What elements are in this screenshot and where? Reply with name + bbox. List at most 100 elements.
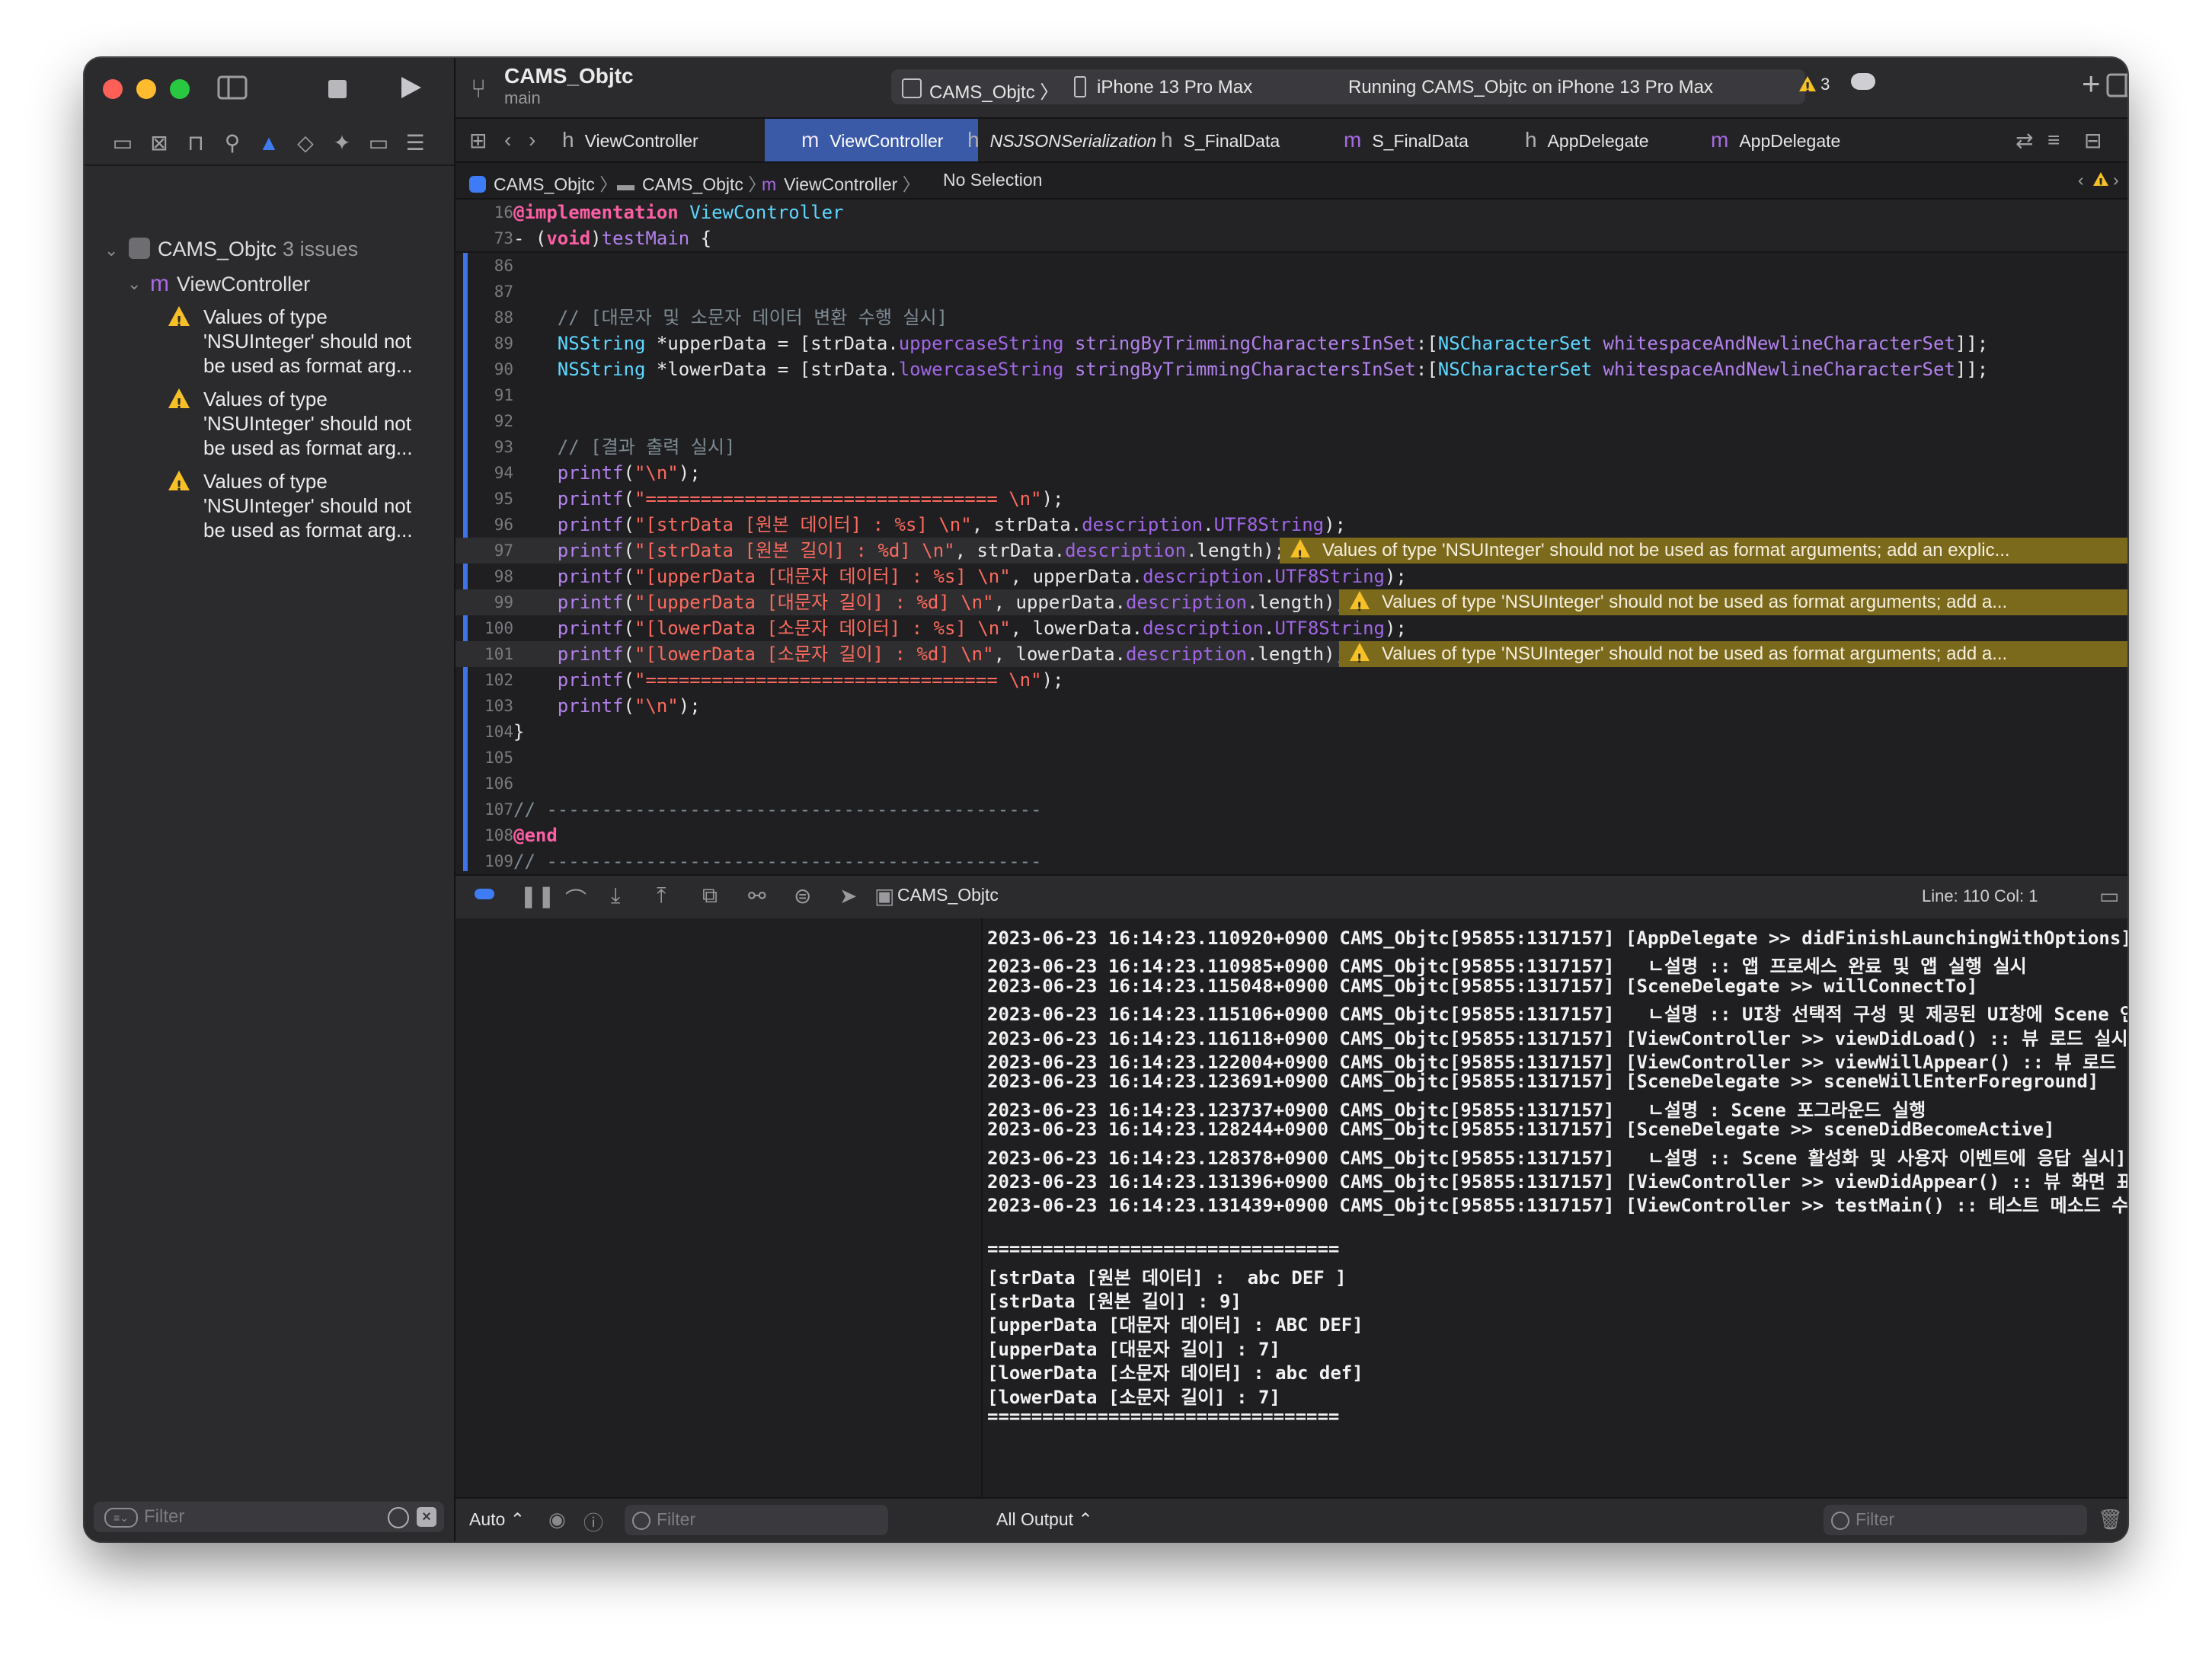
toolbar-warning-badge[interactable]: 3	[1799, 75, 1830, 96]
editor-options-icon[interactable]: ≡	[2047, 128, 2060, 152]
code-line[interactable]: 88 // [대문자 및 소문자 데이터 변환 수행 실시]	[456, 305, 2127, 330]
jumpbar-folder[interactable]: ▬ CAMS_Objtc 〉	[617, 170, 766, 196]
code-line[interactable]: 87	[456, 279, 2127, 305]
tab-s-finaldata-m[interactable]: m S_FinalData	[1344, 119, 1469, 161]
code-line[interactable]: 90 NSString *lowerData = [strData.lowerc…	[456, 356, 2127, 382]
project-row[interactable]: ⌄ CAMS_Objtc 3 issues	[104, 238, 358, 261]
tab-viewcontroller-m[interactable]: m ViewController	[765, 119, 978, 161]
cloud-icon[interactable]	[1851, 73, 1875, 90]
code-line[interactable]: 103 printf("\n");	[456, 693, 2127, 719]
code-line[interactable]: 100 printf("[lowerData [소문자 데이터] : %s] \…	[456, 615, 2127, 641]
grid-icon[interactable]: ⊞	[469, 128, 487, 153]
tab-appdelegate-h[interactable]: h AppDelegate	[1525, 119, 1649, 161]
code-line[interactable]: 99 printf("[upperData [대문자 길이] : %d] \n"…	[456, 589, 2127, 615]
code-line[interactable]: 107// ----------------------------------…	[456, 797, 2127, 822]
symbol-icon[interactable]: ⊓	[181, 128, 211, 158]
code-line[interactable]: 106	[456, 771, 2127, 797]
warning-icon[interactable]	[2093, 170, 2108, 192]
swap-icon[interactable]: ⇄	[2015, 128, 2033, 153]
view-hierarchy-icon[interactable]: ⧉	[702, 883, 718, 908]
code-line[interactable]: 101 printf("[lowerData [소문자 길이] : %d] \n…	[456, 641, 2127, 667]
variables-view[interactable]	[456, 918, 983, 1497]
code-line[interactable]: 104}	[456, 719, 2127, 745]
eye-icon[interactable]: ◉	[548, 1508, 566, 1531]
tab-s-finaldata-h[interactable]: h S_FinalData	[1161, 119, 1280, 161]
inspector-toggle-icon[interactable]	[2106, 73, 2127, 101]
tab-nsjsonserialization-h[interactable]: h NSJSONSerialization	[967, 119, 1156, 161]
minimize-window-button[interactable]	[136, 79, 156, 99]
file-row[interactable]: ⌄ m ViewController	[127, 271, 310, 297]
activity-device[interactable]: iPhone 13 Pro Max	[1097, 77, 1252, 98]
variables-filter[interactable]: Filter	[625, 1505, 888, 1535]
info-icon[interactable]: ⓘ	[583, 1508, 603, 1536]
issue-nav-forward-icon[interactable]: ›	[2113, 170, 2119, 190]
code-line[interactable]: 89 NSString *upperData = [strData.upperc…	[456, 330, 2127, 356]
code-line[interactable]: 109// ----------------------------------…	[456, 848, 2127, 874]
step-out-icon[interactable]: ⤒	[657, 883, 666, 908]
trash-icon[interactable]: 🗑	[2098, 1508, 2123, 1531]
code-line[interactable]: 86	[456, 253, 2127, 279]
code-line[interactable]: 108 @end	[456, 822, 2127, 848]
issues-only-filter-icon[interactable]: ×	[417, 1507, 436, 1527]
code-line[interactable]: 98 printf("[upperData [대문자 데이터] : %s] \n…	[456, 564, 2127, 589]
inline-warning[interactable]: Values of type 'NSUInteger' should not b…	[1280, 538, 2127, 564]
search-icon[interactable]: ⚲	[217, 128, 248, 158]
debug-target[interactable]: CAMS_Objtc	[897, 885, 999, 905]
source-control-icon[interactable]: ⊠	[144, 128, 174, 158]
console-output[interactable]: 2023-06-23 16:14:23.110920+0900 CAMS_Obj…	[983, 918, 2127, 1497]
run-icon[interactable]	[392, 73, 429, 110]
tab-appdelegate-m[interactable]: m AppDelegate	[1711, 119, 1846, 161]
hide-debug-area-icon[interactable]: ▭	[2099, 883, 2119, 908]
source-editor[interactable]: 16 @implementation ViewController 73- (voi…	[456, 200, 2127, 873]
add-icon[interactable]: +	[2082, 65, 2101, 102]
console-filter[interactable]: Filter	[1824, 1505, 2087, 1535]
activity-target[interactable]: CAMS_Objtc 〉	[929, 77, 1058, 104]
issue-item[interactable]: Values of type 'NSUInteger' should not b…	[168, 305, 443, 378]
zoom-window-button[interactable]	[170, 79, 190, 99]
code-line[interactable]: 94 printf("\n");	[456, 460, 2127, 486]
issue-item[interactable]: Values of type 'NSUInteger' should not b…	[168, 387, 443, 460]
jumpbar-project[interactable]: CAMS_Objtc 〉	[469, 170, 617, 196]
memory-graph-icon[interactable]: ⚯	[748, 883, 766, 908]
chevron-down-icon[interactable]: ⌄	[127, 274, 141, 294]
inline-warning[interactable]: Values of type 'NSUInteger' should not b…	[1339, 589, 2127, 615]
jumpbar-selection[interactable]: No Selection	[943, 170, 1042, 190]
scheme-title[interactable]: CAMS_Objtc	[504, 64, 634, 88]
report-icon[interactable]: ☰	[400, 128, 430, 158]
jumpbar-file[interactable]: m ViewController 〉	[762, 170, 920, 196]
forward-icon[interactable]: ›	[529, 128, 535, 152]
inline-warning[interactable]: Values of type 'NSUInteger' should not b…	[1339, 641, 2127, 667]
debug-icon[interactable]: ✦	[327, 128, 357, 158]
step-into-icon[interactable]: ⤓	[611, 883, 620, 908]
folder-icon[interactable]: ▭	[107, 128, 138, 158]
breakpoint-icon[interactable]: ▭	[363, 128, 394, 158]
chevron-down-icon[interactable]: ⌄	[104, 241, 118, 260]
pause-icon[interactable]: ❚❚	[519, 883, 555, 908]
code-line[interactable]: 97 printf("[strData [원본 길이] : %d] \n", s…	[456, 538, 2127, 564]
code-line[interactable]: 93 // [결과 출력 실시]	[456, 434, 2127, 460]
auto-variables-select[interactable]: Auto ⌃	[469, 1509, 525, 1530]
environment-overrides-icon[interactable]: ⊜	[794, 883, 811, 908]
code-line[interactable]: 96 printf("[strData [원본 데이터] : %s] \n", …	[456, 512, 2127, 538]
code-line[interactable]: 95 printf("=============================…	[456, 486, 2127, 512]
code-line[interactable]: 102 printf("============================…	[456, 667, 2127, 693]
code-line[interactable]: 92	[456, 408, 2127, 434]
tab-viewcontroller-h[interactable]: h ViewController	[562, 119, 760, 161]
code-line[interactable]: 91	[456, 382, 2127, 408]
filter-options-icon[interactable]: ≡⌄	[104, 1508, 138, 1528]
issue-navigator-icon[interactable]: ▲	[254, 128, 284, 158]
split-editor-icon[interactable]: ⊟	[2084, 128, 2102, 153]
toggle-debug-area-icon[interactable]	[474, 883, 495, 908]
test-icon[interactable]: ◇	[290, 128, 321, 158]
close-window-button[interactable]	[103, 79, 123, 99]
location-icon[interactable]: ➤	[839, 883, 857, 908]
issue-item[interactable]: Values of type 'NSUInteger' should not b…	[168, 469, 443, 542]
code-line[interactable]: 105	[456, 745, 2127, 771]
step-over-icon[interactable]: ⌒	[565, 883, 587, 914]
back-icon[interactable]: ‹	[504, 128, 511, 152]
sidebar-toggle-icon[interactable]	[214, 73, 251, 110]
activity-view[interactable]: CAMS_Objtc 〉 iPhone 13 Pro Max Running C…	[891, 69, 1805, 104]
issue-nav-back-icon[interactable]: ‹	[2078, 170, 2084, 190]
stop-icon[interactable]	[319, 73, 356, 110]
sidebar-filter[interactable]: ≡⌄ Filter ×	[94, 1502, 444, 1532]
